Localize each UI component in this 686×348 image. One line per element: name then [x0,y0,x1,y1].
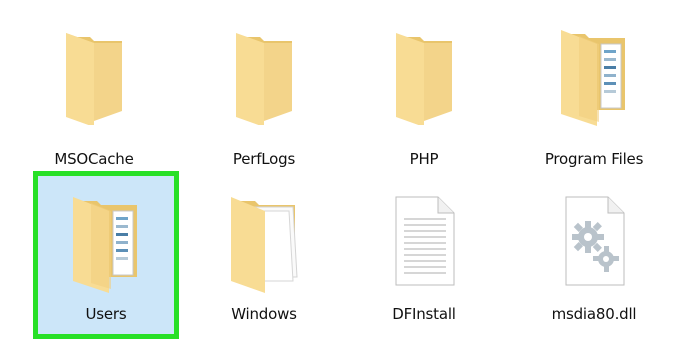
folder-item-msocache[interactable]: MSOCache [20,4,168,168]
folder-label: MSOCache [54,150,134,168]
folder-label: PHP [409,150,439,168]
folder-label: Program Files [544,150,644,168]
file-label: msdia80.dll [551,305,637,323]
folder-label: Windows [231,305,297,323]
folder-item-perflogs[interactable]: PerfLogs [190,4,338,168]
folder-label: Users [85,305,127,323]
folder-icon [350,8,498,138]
folder-item-program-files[interactable]: Program Files [520,4,668,168]
folder-item-php[interactable]: PHP [350,4,498,168]
folder-icon [190,8,338,138]
folder-with-files-icon [520,8,668,138]
dll-gear-file-icon [520,175,668,305]
folder-item-users[interactable]: Users [33,171,179,339]
file-item-msdia80-dll[interactable]: msdia80.dll [520,171,668,331]
file-label: DFInstall [392,305,456,323]
folder-icon [20,8,168,138]
folder-item-windows[interactable]: Windows [190,171,338,331]
folder-label: PerfLogs [232,150,296,168]
file-item-dfinstall[interactable]: DFInstall [350,171,498,331]
text-file-icon [350,175,498,305]
folder-with-files-icon [33,175,179,305]
folder-with-documents-icon [190,175,338,305]
